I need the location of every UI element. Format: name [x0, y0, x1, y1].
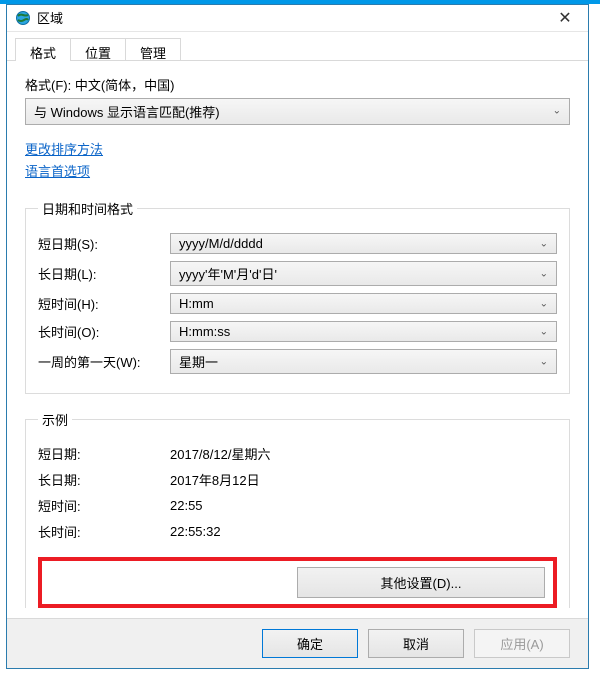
- cancel-button[interactable]: 取消: [368, 629, 464, 658]
- tab-administrative[interactable]: 管理: [125, 38, 181, 60]
- first-day-label: 一周的第一天(W):: [38, 352, 170, 371]
- format-select-value: 与 Windows 显示语言匹配(推荐): [34, 105, 220, 120]
- format-label: 格式(F): 中文(简体，中国): [25, 75, 570, 94]
- change-sort-link[interactable]: 更改排序方法: [25, 142, 103, 157]
- dialog-button-bar: 确定 取消 应用(A): [7, 618, 588, 668]
- format-panel: 格式(F): 中文(简体，中国) 与 Windows 显示语言匹配(推荐) ⌄ …: [7, 61, 588, 618]
- first-day-select[interactable]: 星期一 ⌄: [170, 349, 557, 374]
- apply-label: 应用(A): [500, 637, 543, 652]
- ok-label: 确定: [297, 637, 323, 652]
- long-date-value: yyyy'年'M'月'd'日': [179, 267, 277, 282]
- tab-bar: 格式 位置 管理: [7, 32, 588, 61]
- short-time-select[interactable]: H:mm ⌄: [170, 293, 557, 314]
- tab-label: 格式: [30, 46, 56, 61]
- datetime-format-legend: 日期和时间格式: [38, 199, 137, 218]
- long-date-label: 长日期(L):: [38, 264, 170, 283]
- cancel-label: 取消: [403, 637, 429, 652]
- ex-long-date-label: 长日期:: [38, 470, 170, 489]
- short-date-value: yyyy/M/d/dddd: [179, 236, 263, 251]
- close-icon: ✕: [558, 8, 571, 28]
- long-time-label: 长时间(O):: [38, 322, 170, 341]
- ok-button[interactable]: 确定: [262, 629, 358, 658]
- short-time-value: H:mm: [179, 296, 214, 311]
- region-icon: [15, 10, 31, 26]
- ex-short-date-label: 短日期:: [38, 444, 170, 463]
- other-settings-label: 其他设置(D)...: [381, 576, 462, 591]
- example-group: 示例 短日期: 2017/8/12/星期六 长日期: 2017年8月12日 短时…: [25, 410, 570, 608]
- links: 更改排序方法 语言首选项: [25, 139, 570, 183]
- format-select[interactable]: 与 Windows 显示语言匹配(推荐) ⌄: [25, 98, 570, 125]
- chevron-down-icon: ⌄: [540, 298, 548, 309]
- ex-short-time-label: 短时间:: [38, 496, 170, 515]
- example-legend: 示例: [38, 410, 72, 429]
- first-day-value: 星期一: [179, 355, 218, 370]
- chevron-down-icon: ⌄: [540, 268, 548, 279]
- other-settings-button[interactable]: 其他设置(D)...: [297, 567, 545, 598]
- tab-label: 管理: [140, 46, 166, 61]
- chevron-down-icon: ⌄: [540, 238, 548, 249]
- long-time-select[interactable]: H:mm:ss ⌄: [170, 321, 557, 342]
- ex-long-time-label: 长时间:: [38, 522, 170, 541]
- chevron-down-icon: ⌄: [540, 326, 548, 337]
- chevron-down-icon: ⌄: [540, 356, 548, 367]
- tab-label: 位置: [85, 46, 111, 61]
- apply-button[interactable]: 应用(A): [474, 629, 570, 658]
- titlebar: 区域 ✕: [7, 5, 588, 32]
- language-pref-link[interactable]: 语言首选项: [25, 164, 90, 179]
- ex-short-time-value: 22:55: [170, 498, 557, 513]
- ex-long-date-value: 2017年8月12日: [170, 470, 557, 489]
- short-date-label: 短日期(S):: [38, 234, 170, 253]
- long-time-value: H:mm:ss: [179, 324, 230, 339]
- tab-format[interactable]: 格式: [15, 38, 71, 60]
- short-time-label: 短时间(H):: [38, 294, 170, 313]
- close-button[interactable]: ✕: [542, 5, 588, 31]
- chevron-down-icon: ⌄: [553, 106, 561, 117]
- region-dialog: 区域 ✕ 格式 位置 管理 格式(F): 中文(简体，中国) 与 Windows…: [6, 4, 589, 669]
- short-date-select[interactable]: yyyy/M/d/dddd ⌄: [170, 233, 557, 254]
- ex-long-time-value: 22:55:32: [170, 524, 557, 539]
- tab-location[interactable]: 位置: [70, 38, 126, 60]
- window-title: 区域: [37, 8, 542, 27]
- highlight-box: 其他设置(D)...: [38, 557, 557, 608]
- datetime-format-group: 日期和时间格式 短日期(S): yyyy/M/d/dddd ⌄ 长日期(L): …: [25, 199, 570, 394]
- ex-short-date-value: 2017/8/12/星期六: [170, 444, 557, 463]
- long-date-select[interactable]: yyyy'年'M'月'd'日' ⌄: [170, 261, 557, 286]
